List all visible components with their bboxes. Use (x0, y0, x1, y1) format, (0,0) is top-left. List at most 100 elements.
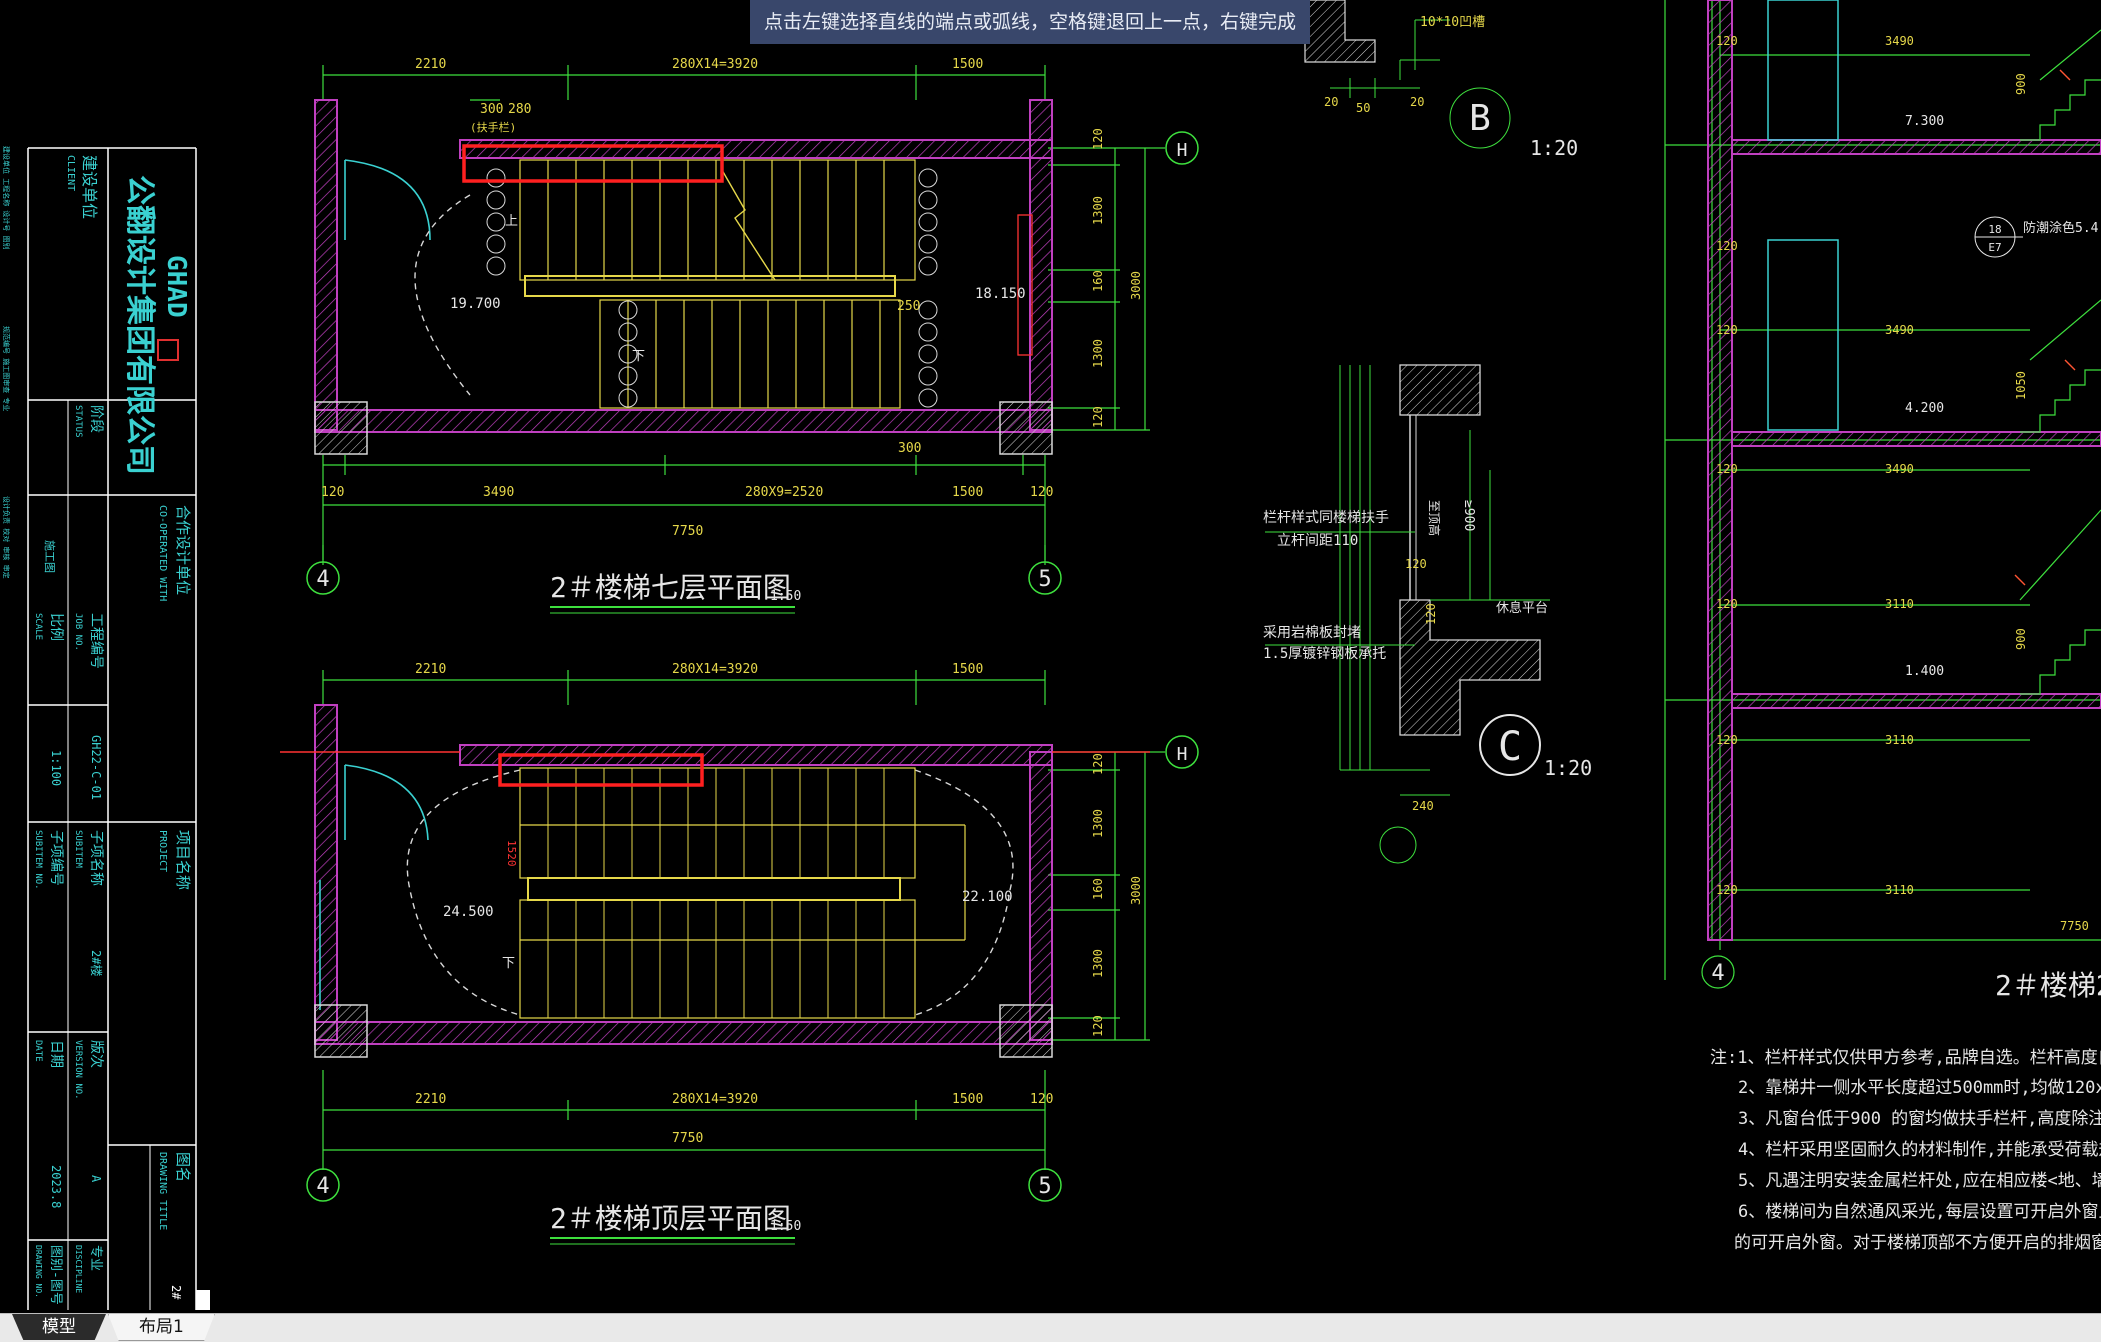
drawing-no-label-en: DRAWING NO. (34, 1245, 43, 1298)
section-axis: 4 (1711, 961, 1724, 986)
project-label: 项目名称 (174, 830, 192, 890)
axis-h: H (1177, 140, 1188, 161)
svg-text:1500: 1500 (952, 485, 983, 500)
detail-b: 10*10凹槽 20 50 20 B 1:20 (1304, 0, 1578, 160)
job-no-label: 工程编号 (88, 613, 104, 669)
svg-text:2210: 2210 (415, 662, 446, 677)
plan-top-scale: 1:50 (770, 1219, 801, 1234)
version-label-en: VERSION NO. (73, 1040, 83, 1100)
coop-label-en: CO-OPERATED WITH (157, 505, 168, 601)
svg-text:1300: 1300 (1091, 339, 1105, 368)
general-notes: 注:1、栏杆样式仅供甲方参考,品牌自选。栏杆高度自楼层面起 2、靠梯井一侧水平长… (1710, 1048, 2101, 1253)
svg-text:3490: 3490 (483, 485, 514, 500)
svg-text:2210: 2210 (415, 1092, 446, 1107)
subitem-label: 子项名称 (88, 830, 104, 886)
svg-text:120: 120 (1716, 239, 1738, 253)
axis-5-top: 5 (1038, 1174, 1051, 1199)
svg-text:10*10凹槽: 10*10凹槽 (1420, 15, 1485, 30)
plan7-dimensions: 2210 280X14=3920 1500 300 280 (扶手栏) 120 … (321, 57, 1053, 539)
svg-text:120: 120 (1405, 557, 1427, 571)
svg-text:3110: 3110 (1885, 597, 1914, 611)
plan-top-title: 2＃楼梯顶层平面图 (550, 1202, 791, 1235)
job-no-value: GH22-C-01 (89, 735, 103, 800)
svg-text:1.5厚镀锌钢板承托: 1.5厚镀锌钢板承托 (1263, 645, 1386, 662)
svg-text:2210: 2210 (415, 57, 446, 72)
svg-text:18.150: 18.150 (975, 286, 1026, 302)
svg-text:1500: 1500 (952, 662, 983, 677)
plan-top-floor: 2210 280X14=3920 1500 2210 280X14=3920 1… (280, 662, 1199, 1245)
svg-text:休息平台: 休息平台 (1496, 600, 1548, 616)
tab-layout1[interactable]: 布局1 (108, 1314, 215, 1341)
svg-text:50: 50 (1356, 101, 1370, 115)
plan7-title: 2＃楼梯七层平面图 (550, 571, 791, 604)
svg-text:7.300: 7.300 (1905, 114, 1944, 129)
svg-text:2、靠梯井一侧水平长度超过500mm时,均做120x120: 2、靠梯井一侧水平长度超过500mm时,均做120x120 (1738, 1078, 2101, 1098)
detail-c: 栏杆样式同楼梯扶手 立杆间距110 采用岩棉板封堵 1.5厚镀锌钢板承托 休息平… (1263, 364, 1592, 864)
drawing-no-label: 图别-图号 (48, 1245, 63, 1305)
svg-text:280X14=3920: 280X14=3920 (672, 1092, 758, 1107)
svg-text:3、凡窗台低于900 的窗均做扶手栏杆,高度除注明外均为: 3、凡窗台低于900 的窗均做扶手栏杆,高度除注明外均为 (1738, 1109, 2101, 1129)
svg-text:280X9=2520: 280X9=2520 (745, 485, 823, 500)
status-label-en: STATUS (73, 405, 83, 438)
layout-tab-bar: 模型 布局1 (0, 1313, 2101, 1342)
svg-text:3490: 3490 (1885, 323, 1914, 337)
svg-text:120: 120 (1091, 753, 1105, 775)
svg-text:规范编号 施工图审查 专业: 规范编号 施工图审查 专业 (2, 326, 11, 411)
svg-text:120: 120 (1716, 597, 1738, 611)
svg-text:120: 120 (1091, 128, 1105, 150)
svg-text:至顶高: 至顶高 (1427, 500, 1442, 536)
svg-text:3110: 3110 (1885, 883, 1914, 897)
svg-text:240: 240 (1412, 799, 1434, 813)
version-value: A (89, 1175, 103, 1183)
svg-text:下: 下 (502, 956, 515, 971)
svg-text:22.100: 22.100 (962, 889, 1013, 905)
tab-model[interactable]: 模型 (12, 1314, 106, 1340)
svg-text:1.400: 1.400 (1905, 664, 1944, 679)
subitem-no-label: 子项编号 (48, 830, 64, 886)
client-label: 建设单位 (80, 155, 99, 219)
svg-text:120: 120 (1091, 1015, 1105, 1037)
margin-notes: 建设单位 工程名称 设计号 图别 规范编号 施工图审查 专业 设计负责 校对 审… (2, 146, 11, 579)
svg-text:6、楼梯间为自然通风采光,每层设置可开启外窗且5 层内: 6、楼梯间为自然通风采光,每层设置可开启外窗且5 层内 (1738, 1202, 2101, 1222)
svg-text:1050: 1050 (2014, 371, 2028, 400)
date-label: 日期 (48, 1040, 64, 1068)
axis-5: 5 (1038, 567, 1051, 592)
svg-text:250: 250 (897, 299, 920, 314)
svg-text:1500: 1500 (952, 57, 983, 72)
svg-text:280: 280 (508, 102, 531, 117)
detail-b-scale: 1:20 (1530, 136, 1578, 160)
svg-text:120: 120 (1716, 462, 1738, 476)
svg-text:5、凡遇注明安装金属栏杆处,应在相应楼<地、墙>面抹: 5、凡遇注明安装金属栏杆处,应在相应楼<地、墙>面抹 (1738, 1171, 2101, 1191)
svg-text:7750: 7750 (672, 524, 703, 539)
detail-b-label: B (1469, 98, 1491, 139)
svg-text:1520: 1520 (505, 840, 518, 867)
svg-text:120: 120 (1030, 485, 1053, 500)
svg-text:120: 120 (1030, 1092, 1053, 1107)
svg-text:300: 300 (898, 441, 921, 456)
svg-text:280X14=3920: 280X14=3920 (672, 662, 758, 677)
svg-text:≥900: ≥900 (1461, 500, 1476, 531)
cad-model-canvas[interactable]: 建设单位 工程名称 设计号 图别 规范编号 施工图审查 专业 设计负责 校对 审… (0, 0, 2101, 1341)
svg-text:120: 120 (1716, 34, 1738, 48)
svg-text:120: 120 (1091, 406, 1105, 428)
plan-7th-floor: 2210 280X14=3920 1500 300 280 (扶手栏) 120 … (306, 57, 1199, 614)
drawing-no-value: 2# (169, 1285, 183, 1300)
plan7-scale: 1:50 (770, 589, 801, 604)
subitem-label-en: SUBITEM (73, 830, 83, 869)
date-label-en: DATE (33, 1040, 43, 1062)
svg-text:18: 18 (1988, 223, 2001, 236)
svg-text:280X14=3920: 280X14=3920 (672, 57, 758, 72)
svg-text:1300: 1300 (1091, 949, 1105, 978)
svg-text:120: 120 (1716, 733, 1738, 747)
svg-text:4.200: 4.200 (1905, 401, 1944, 416)
svg-text:上: 上 (505, 214, 518, 229)
svg-text:300: 300 (480, 102, 503, 117)
plan7-right-dimensions: 120 1300 160 1300 120 3000 (1091, 128, 1143, 428)
axis-4: 4 (316, 567, 329, 592)
svg-text:1300: 1300 (1091, 809, 1105, 838)
svg-text:24.500: 24.500 (443, 904, 494, 920)
svg-text:E7: E7 (1988, 241, 2001, 254)
date-value: 2023.8 (49, 1165, 63, 1208)
svg-text:采用岩棉板封堵: 采用岩棉板封堵 (1263, 624, 1361, 641)
svg-text:1500: 1500 (952, 1092, 983, 1107)
